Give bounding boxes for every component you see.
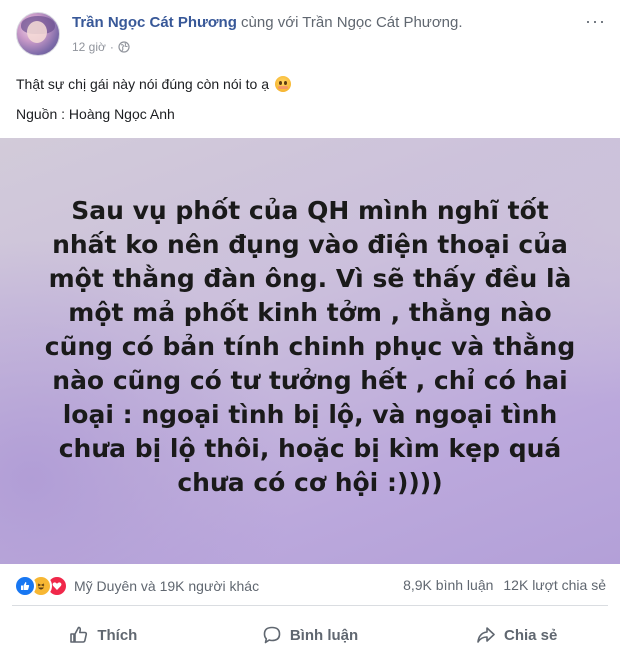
post-time[interactable]: 12 giờ xyxy=(72,40,106,54)
avatar-face xyxy=(27,21,47,43)
like-label: Thích xyxy=(97,626,138,644)
image-text-line: cũng có bản tính chinh phục và thằng xyxy=(44,332,576,361)
image-text-line: loại : ngoại tình bị lộ, và ngoại tình xyxy=(62,400,558,429)
image-text: Sau vụ phốt của QH mình nghĩ tốt nhất ko… xyxy=(40,194,580,500)
post-header: Trần Ngọc Cát Phương cùng với Trần Ngọc … xyxy=(72,14,463,31)
reaction-names[interactable]: Mỹ Duyên và 19K người khác xyxy=(74,578,259,594)
caption-source: Nguồn : Hoàng Ngọc Anh xyxy=(16,106,175,122)
like-button[interactable]: Thích xyxy=(0,606,207,664)
like-icon xyxy=(14,575,36,597)
author-name[interactable]: Trần Ngọc Cát Phương xyxy=(72,14,237,31)
post-meta: 12 giờ · xyxy=(72,40,130,54)
caption-line-1: Thật sự chị gái này nói đúng còn nói to … xyxy=(16,76,291,92)
action-bar: Thích Bình luận Chia sẻ xyxy=(0,606,620,664)
image-text-line: chưa bị lộ thôi, hoặc bị kìm kẹp quá xyxy=(58,434,562,463)
separator-dot: · xyxy=(109,40,114,54)
thumbs-up-icon xyxy=(70,626,88,643)
comment-count[interactable]: 8,9K bình luận xyxy=(403,577,493,593)
flushed-face-icon xyxy=(274,76,291,92)
engagement-counts: 8,9K bình luận 12K lượt chia sẻ xyxy=(403,577,606,593)
image-text-line: nào cũng có tư tưởng hết , chỉ có hai xyxy=(52,366,568,395)
share-count[interactable]: 12K lượt chia sẻ xyxy=(503,577,606,593)
share-icon xyxy=(477,627,495,643)
image-text-line: một mả phốt kinh tởm , thằng nào xyxy=(68,298,552,327)
image-text-line: Sau vụ phốt của QH mình nghĩ tốt xyxy=(71,196,549,225)
post-image[interactable]: Sau vụ phốt của QH mình nghĩ tốt nhất ko… xyxy=(0,138,620,564)
comment-button[interactable]: Bình luận xyxy=(207,606,414,664)
share-label: Chia sẻ xyxy=(504,626,558,644)
comment-icon xyxy=(263,626,281,644)
comment-label: Bình luận xyxy=(289,626,359,644)
tagged-with: cùng với Trần Ngọc Cát Phương. xyxy=(241,14,463,31)
image-text-line: nhất ko nên đụng vào điện thoại của xyxy=(52,230,568,259)
image-text-line: một thằng đàn ông. Vì sẽ thấy đều là xyxy=(48,264,572,293)
avatar[interactable] xyxy=(16,12,60,56)
globe-icon[interactable] xyxy=(118,41,130,53)
share-button[interactable]: Chia sẻ xyxy=(413,606,620,664)
facebook-post: Trần Ngọc Cát Phương cùng với Trần Ngọc … xyxy=(0,0,620,664)
reaction-summary[interactable]: Mỹ Duyên và 19K người khác xyxy=(14,575,259,597)
more-options-icon[interactable]: ··· xyxy=(585,12,606,30)
caption-text: Thật sự chị gái này nói đúng còn nói to … xyxy=(16,76,269,92)
image-text-line: chưa có cơ hội :)))) xyxy=(177,468,443,497)
